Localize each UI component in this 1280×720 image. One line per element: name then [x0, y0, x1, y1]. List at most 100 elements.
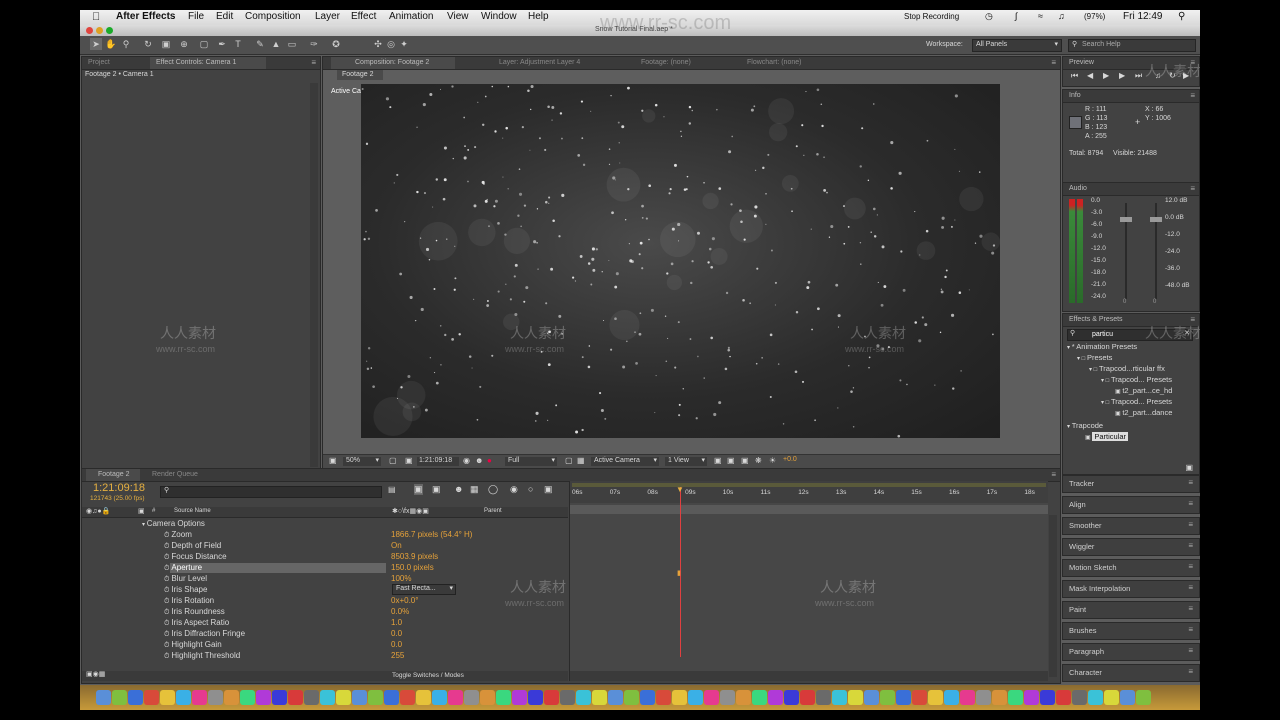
highlight-gain-property[interactable]: ⏱ Highlight Gain: [164, 640, 222, 650]
dock-app-icon[interactable]: [560, 690, 575, 705]
search-help-input[interactable]: ⚲ Search Help: [1068, 39, 1196, 52]
depth-of-field-property[interactable]: ⏱ Depth of Field: [164, 541, 221, 551]
dock-app-icon[interactable]: [880, 690, 895, 705]
dock-app-icon[interactable]: [720, 690, 735, 705]
region-of-interest-icon[interactable]: ▢: [565, 456, 573, 465]
roto-brush-tool-icon[interactable]: ✑: [308, 38, 320, 50]
panel-menu-icon[interactable]: ≡: [1188, 667, 1193, 676]
show-snapshot-icon[interactable]: ☻: [475, 456, 483, 465]
menu-composition[interactable]: Composition: [245, 11, 301, 22]
panel-menu-icon[interactable]: ≡: [1051, 469, 1056, 481]
first-frame-icon[interactable]: ⏮: [1071, 71, 1078, 81]
tab-effect-controls[interactable]: Effect Controls: Camera 1: [150, 57, 266, 69]
dock-app-icon[interactable]: [96, 690, 111, 705]
dock-app-icon[interactable]: [240, 690, 255, 705]
brainstorm-icon[interactable]: ◉: [510, 484, 518, 495]
view-layout-select[interactable]: 1 View ▾: [665, 457, 707, 466]
previous-frame-icon[interactable]: ◀: [1087, 71, 1093, 80]
effects-presets-title[interactable]: Effects & Presets: [1069, 314, 1123, 326]
panel-menu-icon[interactable]: ≡: [1188, 541, 1193, 550]
dock-app-icon[interactable]: [544, 690, 559, 705]
menu-window[interactable]: Window: [481, 11, 517, 22]
highlight-threshold-property[interactable]: ⏱ Highlight Threshold: [164, 651, 240, 661]
dock-app-icon[interactable]: [1120, 690, 1135, 705]
fast-previews-icon[interactable]: ▣: [727, 456, 735, 465]
preview-title[interactable]: Preview: [1069, 57, 1094, 69]
scrollbar[interactable]: [310, 83, 318, 467]
menu-edit[interactable]: Edit: [216, 11, 233, 22]
dock-app-icon[interactable]: [112, 690, 127, 705]
dock-app-icon[interactable]: [464, 690, 479, 705]
dock-app-icon[interactable]: [528, 690, 543, 705]
always-preview-icon[interactable]: ▣: [329, 456, 337, 465]
layer-switches-icon[interactable]: ▣◉▦: [86, 670, 105, 678]
dock-app-icon[interactable]: [736, 690, 751, 705]
dock-app-icon[interactable]: [384, 690, 399, 705]
tab-footage[interactable]: Footage: (none): [641, 57, 691, 69]
dock-app-icon[interactable]: [656, 690, 671, 705]
iris-roundness-value[interactable]: 0.0%: [391, 607, 409, 616]
dock-app-icon[interactable]: [768, 690, 783, 705]
highlight-gain-value[interactable]: 0.0: [391, 640, 402, 649]
menu-file[interactable]: File: [188, 11, 204, 22]
dock-app-icon[interactable]: [800, 690, 815, 705]
iris-diffraction-fringe-value[interactable]: 0.0: [391, 629, 402, 638]
apple-icon[interactable]: : [92, 11, 100, 23]
info-title[interactable]: Info: [1069, 90, 1081, 102]
bluetooth-icon[interactable]: ∫: [1015, 11, 1017, 21]
toggle-pixel-aspect-icon[interactable]: ▣: [714, 456, 722, 465]
tree-item[interactable]: ▾ □ Trapcod... Presets: [1101, 397, 1172, 406]
timeline-scrollbar[interactable]: [1049, 515, 1057, 677]
dock-app-icon[interactable]: [688, 690, 703, 705]
dock-app-icon[interactable]: [480, 690, 495, 705]
iris-rotation-value[interactable]: 0x+0.0°: [391, 596, 418, 605]
tree-item-selected[interactable]: ▣ Particular: [1085, 432, 1129, 441]
spotlight-icon[interactable]: ⚲: [1178, 11, 1185, 22]
time-graph[interactable]: 06s 07s 08s 09s 10s 11s 12s 13s 14s 15s 16s 17s 18s …: [569, 481, 1048, 681]
menu-effect[interactable]: Effect: [351, 11, 376, 22]
dock-app-icon[interactable]: [256, 690, 271, 705]
menu-view[interactable]: View: [447, 11, 469, 22]
panel-menu-icon[interactable]: ≡: [1190, 90, 1195, 102]
dock-app-icon[interactable]: [864, 690, 879, 705]
switches-icon[interactable]: ✱○\fx▦◉▣: [392, 507, 429, 515]
tree-item[interactable]: ▣ t2_part...ce_hd: [1115, 386, 1172, 395]
panel-menu-icon[interactable]: ≡: [311, 57, 316, 69]
clone-stamp-tool-icon[interactable]: ▲: [270, 38, 282, 50]
clock-status-icon[interactable]: ◷: [985, 11, 993, 22]
dock-app-icon[interactable]: [400, 690, 415, 705]
tab-flowchart[interactable]: Flowchart: (none): [747, 57, 801, 69]
panel-menu-icon[interactable]: ≡: [1188, 625, 1193, 634]
iris-shape-property[interactable]: ⏱ Iris Shape: [164, 585, 207, 595]
selection-tool-icon[interactable]: ➤: [90, 38, 102, 50]
character-panel[interactable]: Character ≡: [1062, 664, 1200, 682]
new-folder-icon[interactable]: ▣: [1185, 463, 1193, 472]
tree-item[interactable]: ▾ □ Trapcod...rticular ffx: [1089, 364, 1165, 373]
iris-aspect-ratio-value[interactable]: 1.0: [391, 618, 402, 627]
mask-interpolation-panel[interactable]: Mask Interpolation ≡: [1062, 580, 1200, 598]
menu-animation[interactable]: Animation: [389, 11, 433, 22]
dock-app-icon[interactable]: [576, 690, 591, 705]
pan-behind-tool-icon[interactable]: ⊕: [178, 38, 190, 50]
dock-app-icon[interactable]: [192, 690, 207, 705]
exposure-value[interactable]: +0.0: [783, 456, 797, 463]
aperture-keyframe-icon[interactable]: ▮: [677, 569, 681, 577]
dock-app-icon[interactable]: [672, 690, 687, 705]
dock-app-icon[interactable]: [144, 690, 159, 705]
tree-item[interactable]: ▾ Trapcode: [1067, 421, 1103, 430]
work-area-bar[interactable]: [572, 483, 1046, 487]
safe-zones-icon[interactable]: ▢: [389, 456, 397, 465]
dock-app-icon[interactable]: [1072, 690, 1087, 705]
dock-app-icon[interactable]: [784, 690, 799, 705]
graph-editor-icon[interactable]: ▣: [544, 484, 553, 495]
dock-app-icon[interactable]: [832, 690, 847, 705]
toggle-switches-modes[interactable]: Toggle Switches / Modes: [392, 672, 464, 679]
panel-menu-icon[interactable]: ≡: [1188, 478, 1193, 487]
blur-level-value[interactable]: 100%: [391, 574, 411, 583]
panel-menu-icon[interactable]: ≡: [1188, 562, 1193, 571]
snapshot-icon[interactable]: ◉: [463, 456, 470, 465]
panel-menu-icon[interactable]: ≡: [1190, 183, 1195, 195]
zoom-tool-icon[interactable]: ⚲: [120, 38, 132, 50]
tree-item[interactable]: ▾ * Animation Presets: [1067, 342, 1137, 351]
paint-panel[interactable]: Paint ≡: [1062, 601, 1200, 619]
